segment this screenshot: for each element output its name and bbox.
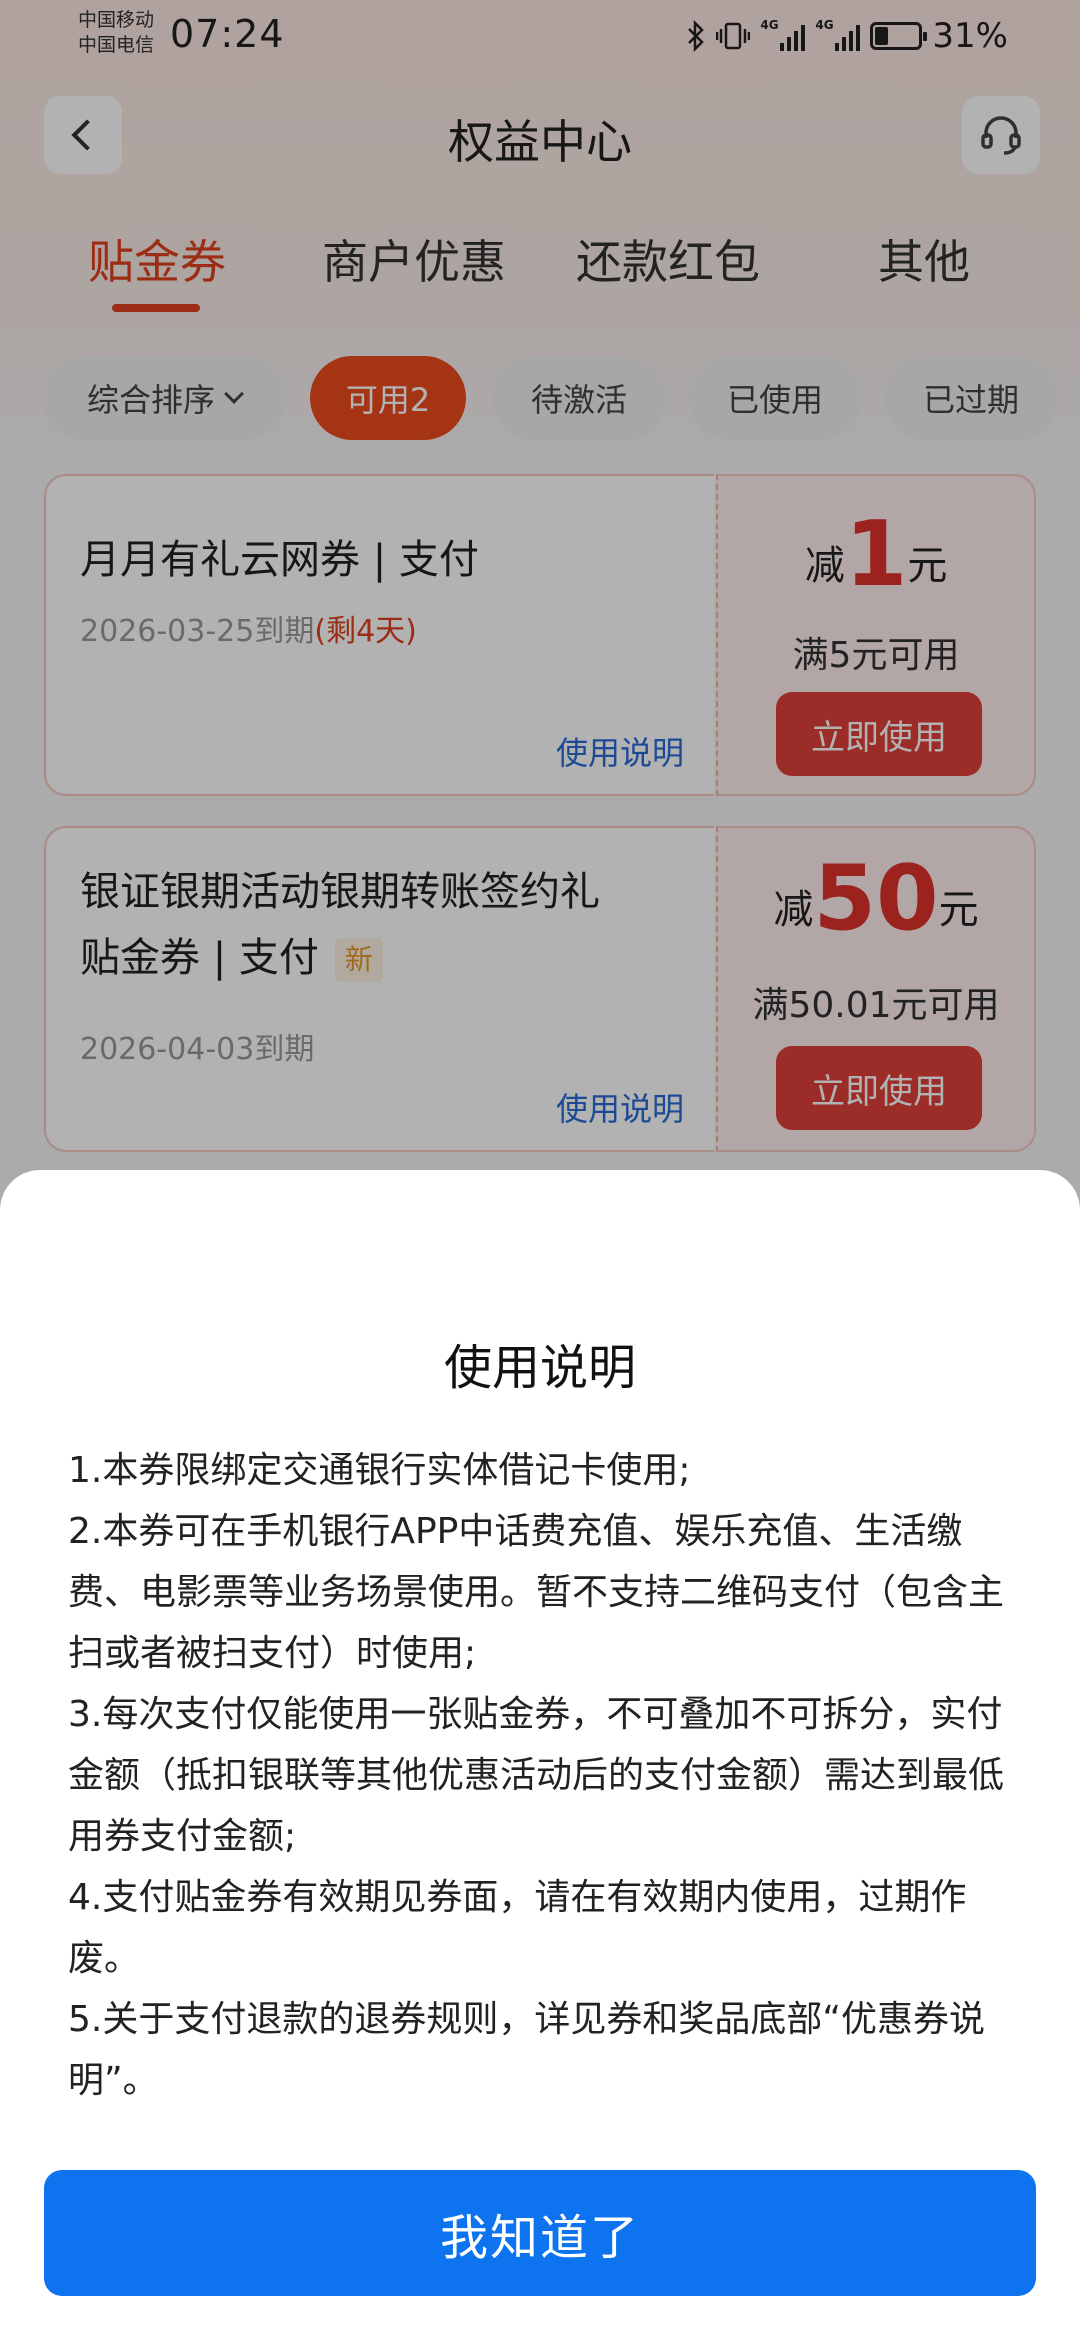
instruction-item: 5.关于支付退款的退券规则，详见券和奖品底部“优惠券说明”。 xyxy=(68,1999,985,2101)
sheet-body: 1.本券限绑定交通银行实体借记卡使用; 2.本券可在手机银行APP中话费充值、娱… xyxy=(68,1440,1028,2111)
page: 中国移动 中国电信 07:24 4G 4G 31% 权益中心 贴金券 商户优惠 … xyxy=(0,0,1080,2340)
instruction-item: 2.本券可在手机银行APP中话费充值、娱乐充值、生活缴费、电影票等业务场景使用。… xyxy=(68,1511,1005,1674)
sheet-title: 使用说明 xyxy=(443,1340,636,1396)
got-it-button[interactable]: 我知道了 xyxy=(44,2170,1036,2296)
instruction-item: 1.本券限绑定交通银行实体借记卡使用; xyxy=(68,1450,691,1491)
usage-instructions-sheet: 使用说明 1.本券限绑定交通银行实体借记卡使用; 2.本券可在手机银行APP中话… xyxy=(0,1170,1080,2340)
instruction-item: 4.支付贴金券有效期见券面，请在有效期内使用，过期作废。 xyxy=(68,1877,967,1979)
instruction-item: 3.每次支付仅能使用一张贴金券，不可叠加不可拆分，实付金额（抵扣银联等其他优惠活… xyxy=(68,1694,1005,1857)
